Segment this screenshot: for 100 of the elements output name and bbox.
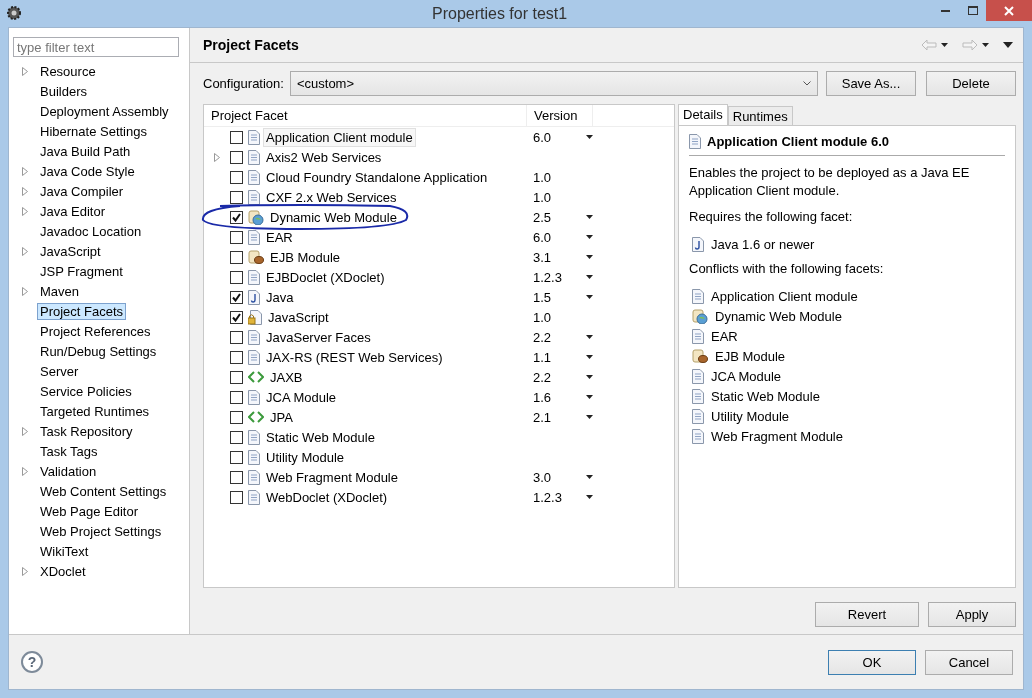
tab[interactable]: Runtimes — [727, 106, 793, 125]
facet-name[interactable]: JAX-RS (REST Web Services) — [263, 347, 446, 367]
expand-arrow-icon[interactable] — [22, 246, 28, 256]
facet-name[interactable]: EJB Module — [267, 247, 344, 267]
checkbox[interactable] — [230, 470, 243, 484]
version-cell[interactable]: 1.2.3 — [533, 489, 562, 505]
dropdown-arrow-icon[interactable] — [586, 335, 593, 339]
sidebar-item[interactable]: Task Repository — [37, 422, 136, 440]
version-cell[interactable]: 1.6 — [533, 389, 552, 405]
configuration-dropdown[interactable]: <custom> — [289, 71, 818, 96]
dialog-button[interactable]: Cancel — [925, 649, 1013, 675]
expand-arrow-icon[interactable] — [22, 206, 28, 216]
checkbox[interactable] — [230, 230, 243, 244]
facet-name[interactable]: Application Client module — [263, 127, 416, 147]
dropdown-arrow-icon[interactable] — [982, 43, 989, 47]
expand-arrow-icon[interactable] — [22, 66, 28, 76]
sidebar-item[interactable]: Builders — [37, 82, 90, 100]
sidebar-item[interactable]: Javadoc Location — [37, 222, 145, 240]
checkbox[interactable] — [230, 410, 243, 424]
sidebar-item[interactable]: Java Build Path — [37, 142, 134, 160]
sidebar-item[interactable]: Deployment Assembly — [37, 102, 172, 120]
checkbox[interactable] — [230, 450, 243, 464]
version-cell[interactable]: 1.2.3 — [533, 269, 562, 285]
sidebar-item[interactable]: Project Facets — [37, 302, 127, 320]
save-as-button[interactable]: Save As... — [826, 71, 916, 96]
facet-name[interactable]: JavaServer Faces — [263, 327, 374, 347]
sidebar-item[interactable]: JSP Fragment — [37, 262, 126, 280]
expand-arrow-icon[interactable] — [22, 466, 28, 476]
facet-name[interactable]: Java — [263, 287, 297, 307]
checkbox[interactable] — [230, 370, 243, 384]
sidebar-item[interactable]: Web Content Settings — [37, 482, 170, 500]
dropdown-arrow-icon[interactable] — [586, 295, 593, 299]
facet-name[interactable]: JavaScript — [265, 307, 332, 327]
sidebar-item[interactable]: Project References — [37, 322, 154, 340]
sidebar-item[interactable]: Validation — [37, 462, 100, 480]
facet-name[interactable]: Web Fragment Module — [263, 467, 401, 487]
sidebar-item[interactable]: Java Editor — [37, 202, 109, 220]
checkbox[interactable] — [230, 350, 243, 364]
version-cell[interactable]: 1.0 — [533, 309, 552, 325]
sidebar-item[interactable]: JavaScript — [37, 242, 104, 260]
sidebar-item[interactable]: Java Code Style — [37, 162, 138, 180]
sidebar-item[interactable]: Task Tags — [37, 442, 101, 460]
dropdown-arrow-icon[interactable] — [586, 415, 593, 419]
version-cell[interactable]: 2.5 — [533, 209, 552, 225]
dropdown-arrow-icon[interactable] — [586, 475, 593, 479]
version-cell[interactable]: 6.0 — [533, 129, 552, 145]
sidebar-item[interactable]: Targeted Runtimes — [37, 402, 153, 420]
dropdown-arrow-icon[interactable] — [586, 355, 593, 359]
version-cell[interactable]: 1.0 — [533, 169, 552, 185]
column-header[interactable]: Project Facet — [204, 105, 527, 126]
apply-button[interactable]: Apply — [928, 602, 1016, 627]
dropdown-arrow-icon[interactable] — [586, 135, 593, 139]
facet-name[interactable]: WebDoclet (XDoclet) — [263, 487, 391, 507]
facet-name[interactable]: EAR — [263, 227, 296, 247]
sidebar-item[interactable]: WikiText — [37, 542, 92, 560]
sidebar-item[interactable]: XDoclet — [37, 562, 89, 580]
filter-field[interactable]: type filter text — [13, 37, 179, 57]
sidebar-item[interactable]: Hibernate Settings — [37, 122, 150, 140]
checkbox[interactable] — [230, 190, 243, 204]
facet-name[interactable]: JCA Module — [263, 387, 340, 407]
checkbox[interactable] — [230, 170, 243, 184]
version-cell[interactable]: 2.2 — [533, 329, 552, 345]
dropdown-arrow-icon[interactable] — [586, 255, 593, 259]
sidebar-item[interactable]: Server — [37, 362, 82, 380]
facet-name[interactable]: Cloud Foundry Standalone Application — [263, 167, 491, 187]
sidebar-item[interactable]: Java Compiler — [37, 182, 127, 200]
dropdown-arrow-icon[interactable] — [586, 395, 593, 399]
facet-name[interactable]: Utility Module — [263, 447, 348, 467]
checkbox[interactable] — [230, 390, 243, 404]
checkbox[interactable] — [230, 330, 243, 344]
facet-name[interactable]: Axis2 Web Services — [263, 147, 385, 167]
expand-arrow-icon[interactable] — [22, 186, 28, 196]
dropdown-arrow-icon[interactable] — [586, 275, 593, 279]
view-menu-icon[interactable] — [1003, 42, 1013, 48]
sidebar-item[interactable]: Maven — [37, 282, 83, 300]
version-cell[interactable]: 1.5 — [533, 289, 552, 305]
version-cell[interactable]: 3.1 — [533, 249, 552, 265]
checkbox[interactable] — [230, 210, 243, 224]
sidebar-item[interactable]: Web Page Editor — [37, 502, 142, 520]
checkbox[interactable] — [230, 490, 243, 504]
revert-button[interactable]: Revert — [815, 602, 919, 627]
sidebar-item[interactable]: Web Project Settings — [37, 522, 165, 540]
dropdown-arrow-icon[interactable] — [941, 43, 948, 47]
facet-name[interactable]: JAXB — [267, 367, 306, 387]
version-cell[interactable]: 2.2 — [533, 369, 552, 385]
expand-arrow-icon[interactable] — [214, 152, 220, 162]
gear-icon[interactable] — [6, 4, 22, 21]
facet-name[interactable]: Static Web Module — [263, 427, 378, 447]
version-cell[interactable]: 1.0 — [533, 189, 552, 205]
help-button[interactable]: ? — [21, 651, 43, 673]
version-cell[interactable]: 2.1 — [533, 409, 552, 425]
close-button[interactable] — [986, 0, 1032, 21]
facet-name[interactable]: Dynamic Web Module — [267, 207, 400, 227]
expand-arrow-icon[interactable] — [22, 166, 28, 176]
sidebar-item[interactable]: Resource — [37, 62, 99, 80]
column-header[interactable]: Version — [527, 105, 593, 126]
version-cell[interactable]: 6.0 — [533, 229, 552, 245]
checkbox[interactable] — [230, 270, 243, 284]
expand-arrow-icon[interactable] — [22, 286, 28, 296]
dropdown-arrow-icon[interactable] — [586, 495, 593, 499]
